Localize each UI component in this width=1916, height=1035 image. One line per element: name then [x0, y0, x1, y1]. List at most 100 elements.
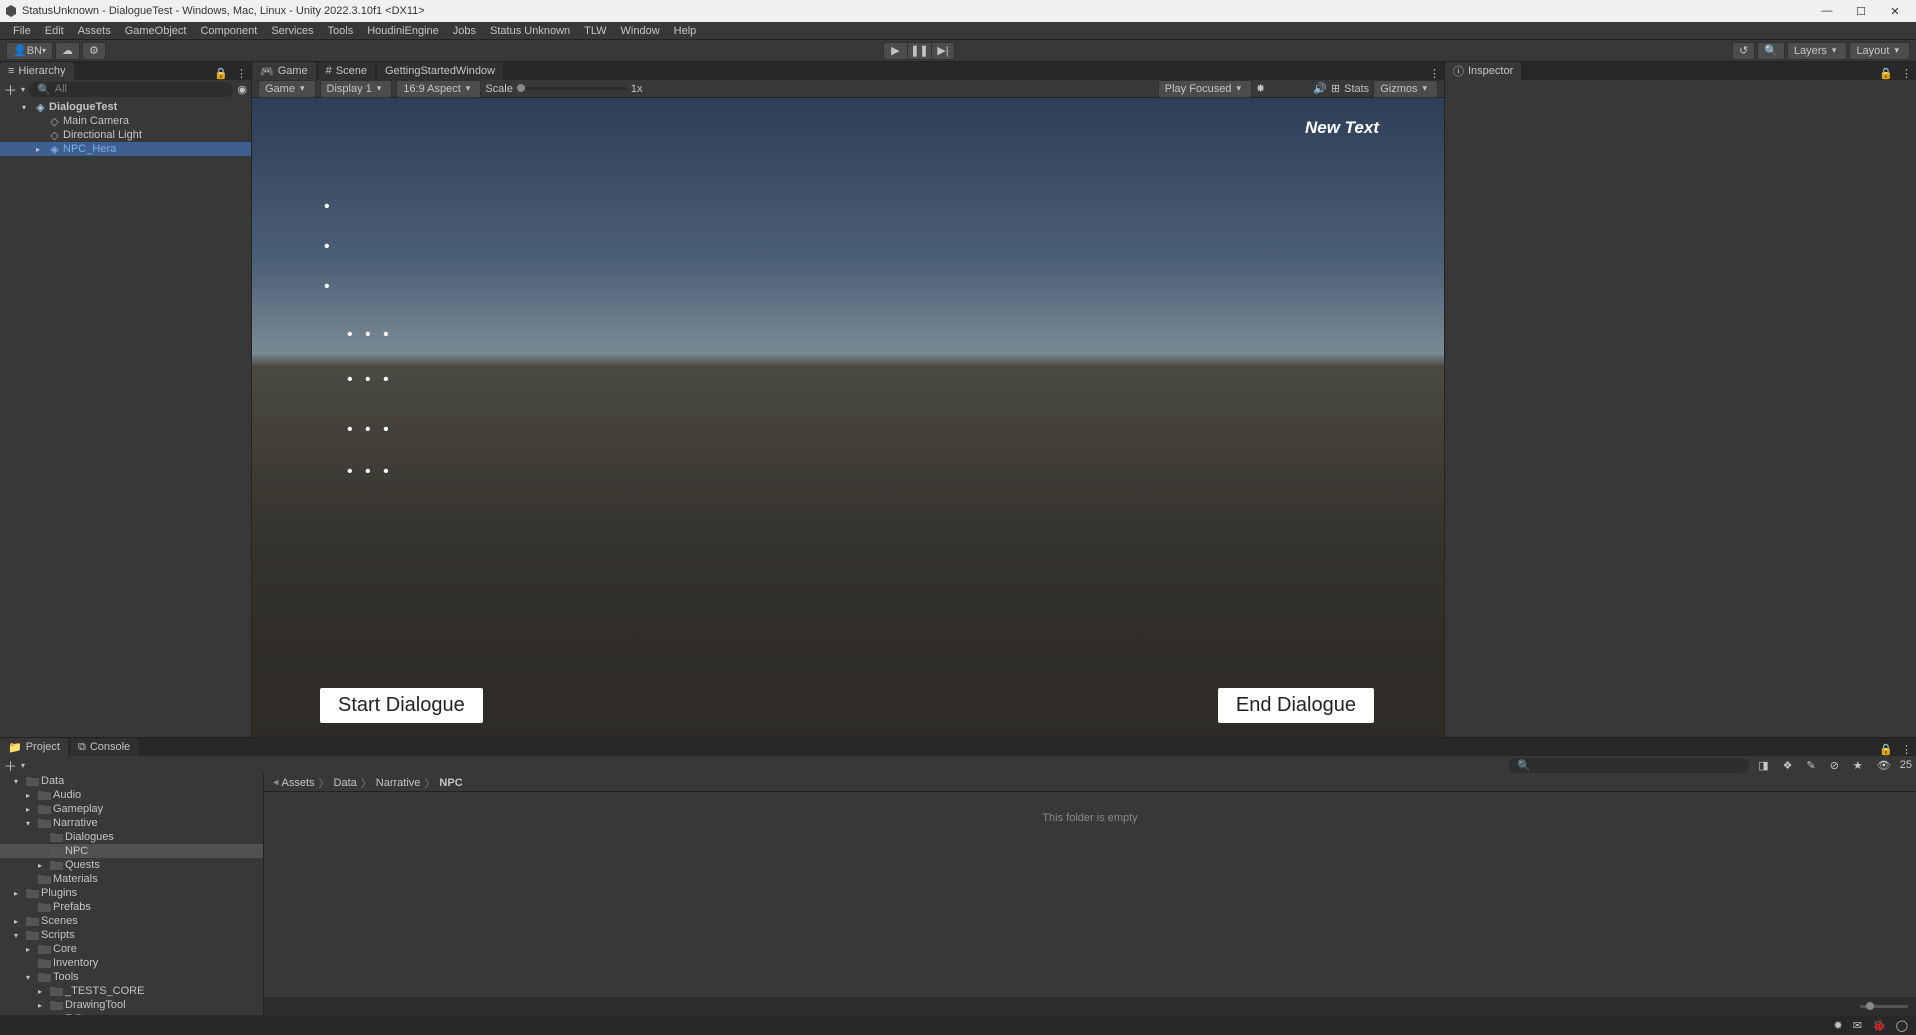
play-button[interactable]: ▶: [883, 42, 907, 60]
icon-size-slider[interactable]: [1860, 1005, 1908, 1008]
filter-by-label-icon[interactable]: ❖: [1778, 759, 1798, 772]
layers-dropdown[interactable]: Layers: [1787, 42, 1848, 60]
context-menu-icon[interactable]: ⋮: [1897, 743, 1916, 756]
display-dropdown[interactable]: Display 1: [320, 80, 393, 98]
minimize-button[interactable]: —: [1810, 1, 1844, 21]
project-search-input[interactable]: 🔍: [1509, 758, 1749, 773]
scene-icon: #: [326, 65, 332, 77]
end-dialogue-button[interactable]: End Dialogue: [1218, 688, 1374, 723]
project-folder[interactable]: ▾ Narrative: [0, 816, 263, 830]
layout-dropdown[interactable]: Layout: [1849, 42, 1910, 60]
tab-scene[interactable]: #Scene: [318, 62, 375, 80]
context-menu-icon[interactable]: ⋮: [232, 67, 251, 80]
favorites-icon[interactable]: ★: [1848, 759, 1868, 772]
menu-file[interactable]: File: [6, 25, 38, 37]
breadcrumb-item[interactable]: Data: [334, 777, 357, 789]
project-folder[interactable]: ▸ _TESTS_CORE: [0, 984, 263, 998]
save-search-icon[interactable]: ✎: [1801, 759, 1820, 772]
game-mode-dropdown[interactable]: Game: [258, 80, 316, 98]
visibility-icon[interactable]: 👁: [1872, 759, 1896, 772]
breadcrumb-item[interactable]: Narrative: [376, 777, 421, 789]
auto-refresh-icon[interactable]: ✸: [1834, 1019, 1843, 1032]
project-folder[interactable]: ▾ Tools: [0, 970, 263, 984]
add-button[interactable]: ＋: [4, 756, 17, 775]
context-menu-icon[interactable]: ⋮: [1425, 67, 1444, 80]
progress-icon[interactable]: ◯: [1896, 1019, 1908, 1032]
start-dialogue-button[interactable]: Start Dialogue: [320, 688, 483, 723]
hierarchy-item[interactable]: ◇Main Camera: [0, 114, 251, 128]
tab-gettingstartedwindow[interactable]: GettingStartedWindow: [377, 62, 503, 80]
project-folder[interactable]: ▸ DrawingTool: [0, 998, 263, 1012]
project-folder[interactable]: ▾ Data: [0, 774, 263, 788]
hierarchy-search-input[interactable]: 🔍 All: [29, 82, 233, 97]
undo-history-button[interactable]: ↺: [1732, 42, 1755, 60]
hierarchy-item[interactable]: ▸◈NPC_Hera: [0, 142, 251, 156]
play-focused-dropdown[interactable]: Play Focused: [1158, 80, 1252, 98]
project-folder[interactable]: ▸ Plugins: [0, 886, 263, 900]
lock-icon[interactable]: 🔒: [1875, 743, 1897, 756]
close-button[interactable]: ✕: [1878, 1, 1912, 21]
menu-status-unknown[interactable]: Status Unknown: [483, 25, 577, 37]
global-search-button[interactable]: 🔍: [1757, 42, 1785, 60]
project-folder[interactable]: NPC: [0, 844, 263, 858]
mute-icon[interactable]: 🔊: [1313, 82, 1327, 95]
gizmos-dropdown[interactable]: Gizmos: [1373, 80, 1438, 98]
menu-tlw[interactable]: TLW: [577, 25, 613, 37]
maximize-button[interactable]: ☐: [1844, 1, 1878, 21]
menu-tools[interactable]: Tools: [321, 25, 361, 37]
add-button[interactable]: ＋: [4, 80, 17, 99]
lock-icon[interactable]: 🔒: [210, 67, 232, 80]
context-menu-icon[interactable]: ⋮: [1897, 67, 1916, 80]
debug-icon[interactable]: ✸: [1256, 82, 1265, 95]
menu-window[interactable]: Window: [614, 25, 667, 37]
project-folder[interactable]: ▸ Scenes: [0, 914, 263, 928]
lock-icon[interactable]: 🔒: [1875, 67, 1897, 80]
menu-jobs[interactable]: Jobs: [446, 25, 483, 37]
menu-gameobject[interactable]: GameObject: [118, 25, 194, 37]
hierarchy-item[interactable]: ◇Directional Light: [0, 128, 251, 142]
project-folder[interactable]: Dialogues: [0, 830, 263, 844]
prefab-icon: ◈: [48, 143, 61, 156]
hidden-packages-icon[interactable]: ⊘: [1825, 759, 1844, 772]
tab-console[interactable]: ⧉Console: [70, 738, 138, 756]
scale-slider[interactable]: [517, 87, 627, 90]
project-folder[interactable]: ▸ Audio: [0, 788, 263, 802]
aspect-dropdown[interactable]: 16:9 Aspect: [396, 80, 481, 98]
menu-component[interactable]: Component: [193, 25, 264, 37]
tab-inspector[interactable]: ⓘInspector: [1445, 62, 1521, 80]
folder-icon: [38, 818, 51, 829]
breadcrumb-item[interactable]: NPC: [439, 777, 462, 789]
collab-icon[interactable]: ✉: [1853, 1019, 1862, 1032]
inspector-panel: ⓘInspector 🔒 ⋮: [1444, 62, 1916, 737]
project-folder[interactable]: ▸ Gameplay: [0, 802, 263, 816]
menu-houdiniengine[interactable]: HoudiniEngine: [360, 25, 446, 37]
filter-by-type-icon[interactable]: ◨: [1753, 759, 1773, 772]
pause-button[interactable]: ❚❚: [907, 42, 931, 60]
stats-button[interactable]: Stats: [1344, 83, 1369, 95]
project-folder[interactable]: Inventory: [0, 956, 263, 970]
tab-project[interactable]: 📁Project: [0, 738, 68, 756]
scene-icon: ◈: [34, 101, 47, 114]
project-folder[interactable]: Prefabs: [0, 900, 263, 914]
cloud-button[interactable]: ☁: [55, 42, 80, 60]
breadcrumb-item[interactable]: Assets: [282, 777, 315, 789]
menu-help[interactable]: Help: [667, 25, 704, 37]
game-view[interactable]: New Text • • • • • • • • • • • • • • • S…: [252, 98, 1444, 737]
tab-game[interactable]: 🎮Game: [252, 62, 316, 80]
project-folder[interactable]: ▸ Core: [0, 942, 263, 956]
hierarchy-item[interactable]: ▾◈DialogueTest: [0, 100, 251, 114]
grid-icon[interactable]: ⊞: [1331, 82, 1340, 95]
debug-mode-icon[interactable]: 🐞: [1872, 1019, 1886, 1032]
menu-edit[interactable]: Edit: [38, 25, 71, 37]
step-button[interactable]: ▶|: [931, 42, 955, 60]
project-folder[interactable]: ▸ Quests: [0, 858, 263, 872]
settings-button[interactable]: ⚙: [82, 42, 106, 60]
menu-services[interactable]: Services: [264, 25, 320, 37]
project-folder[interactable]: ▾ Scripts: [0, 928, 263, 942]
menu-assets[interactable]: Assets: [71, 25, 118, 37]
project-folder[interactable]: Materials: [0, 872, 263, 886]
account-dropdown[interactable]: 👤 BN ▾: [6, 42, 53, 60]
filter-icon[interactable]: ◉: [237, 83, 247, 96]
tab-hierarchy[interactable]: ≡Hierarchy: [0, 62, 74, 80]
play-icon: ▶: [891, 44, 899, 57]
